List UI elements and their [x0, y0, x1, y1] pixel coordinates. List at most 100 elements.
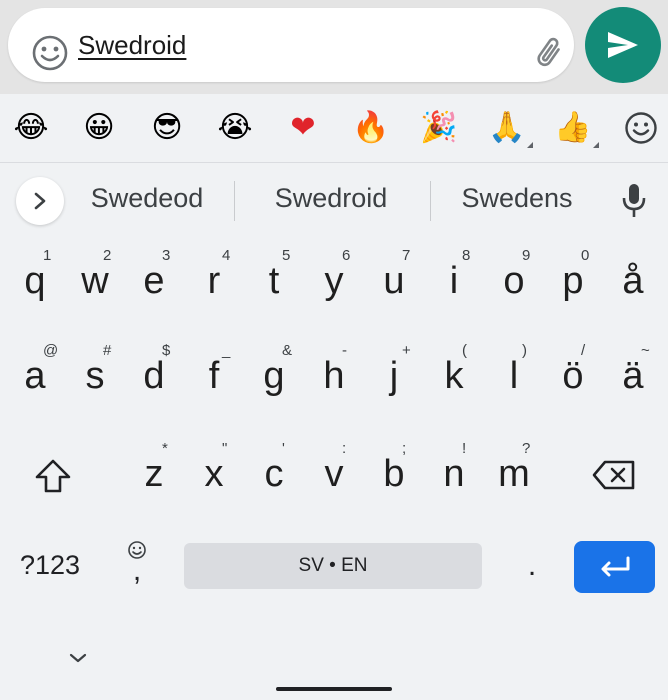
key-i[interactable]: 8i: [424, 237, 484, 317]
key-o-umlaut[interactable]: / ö: [543, 332, 603, 412]
key-label: q: [24, 260, 46, 302]
message-input[interactable]: Swedroid: [8, 8, 574, 82]
key-a-ring[interactable]: å: [603, 237, 663, 317]
key-l[interactable]: ) l: [484, 332, 544, 412]
smiley-icon[interactable]: [624, 111, 658, 145]
emoji-key[interactable]: 🔥: [349, 106, 393, 150]
key-label: s: [85, 355, 105, 397]
key-label: å: [622, 260, 644, 302]
key-c[interactable]: ' c: [244, 430, 304, 510]
key-x[interactable]: " x: [184, 430, 244, 510]
key-label: o: [503, 260, 525, 302]
key-label: r: [207, 260, 221, 302]
key-label: h: [323, 355, 345, 397]
emoji-heart: ❤: [290, 110, 316, 145]
suggestion-2[interactable]: Swedroid: [256, 183, 406, 214]
emoji-key[interactable]: 👍: [551, 106, 599, 150]
language-label: SV • EN: [298, 555, 368, 576]
key-label: g: [263, 355, 285, 397]
key-label: v: [324, 453, 344, 495]
space-bar[interactable]: SV • EN: [184, 543, 482, 589]
chevron-down-icon[interactable]: [66, 651, 90, 665]
emoji-key[interactable]: 😎: [145, 106, 189, 150]
key-r[interactable]: 4r: [184, 237, 244, 317]
emoji-folded-hands: 🙏: [488, 110, 526, 145]
divider: [430, 181, 431, 221]
keyboard: 1q 2w 3e 4r 5t 6y 7u 8i 9o 0p å @ a # s $ d…: [0, 237, 668, 700]
emoji-key[interactable]: 😂: [9, 106, 53, 150]
shift-icon: [35, 459, 71, 493]
emoji-key[interactable]: 😭: [213, 106, 257, 150]
chevron-right-icon: [34, 192, 46, 210]
key-label: k: [444, 355, 464, 397]
emoji-key[interactable]: 😀: [77, 106, 121, 150]
emoji-key[interactable]: 🎉: [417, 106, 461, 150]
key-label: f: [208, 355, 220, 397]
suggestion-strip: Swedeod Swedroid Swedens: [0, 163, 668, 237]
send-button[interactable]: [585, 7, 661, 83]
emoji-fire: 🔥: [352, 110, 390, 145]
comma-key[interactable]: ,: [122, 540, 152, 600]
shift-key[interactable]: [10, 430, 90, 510]
key-label: w: [81, 260, 109, 302]
emoji-key[interactable]: ❤: [281, 106, 325, 150]
period-key[interactable]: .: [520, 549, 544, 583]
smiley-icon[interactable]: [31, 34, 69, 72]
key-label: u: [383, 260, 405, 302]
backspace-icon: [592, 460, 635, 490]
key-label: d: [143, 355, 165, 397]
key-a[interactable]: @ a: [5, 332, 65, 412]
key-y[interactable]: 6y: [304, 237, 364, 317]
key-label: ö: [562, 355, 584, 397]
emoji-key[interactable]: 🙏: [485, 106, 533, 150]
key-f[interactable]: _ f: [184, 332, 244, 412]
key-label: n: [443, 453, 465, 495]
key-label: m: [498, 453, 530, 495]
key-h[interactable]: -h: [304, 332, 364, 412]
expand-toolbar-button[interactable]: [16, 177, 64, 225]
emoji-tears-of-joy: 😂: [13, 110, 49, 145]
key-z[interactable]: * z: [124, 430, 184, 510]
suggestion-1[interactable]: Swedeod: [80, 183, 214, 214]
key-v[interactable]: :v: [304, 430, 364, 510]
key-label: z: [144, 453, 164, 495]
key-o[interactable]: 9o: [484, 237, 544, 317]
key-s[interactable]: # s: [65, 332, 125, 412]
key-d[interactable]: $ d: [124, 332, 184, 412]
enter-key[interactable]: [574, 541, 655, 593]
paperclip-icon[interactable]: [532, 34, 568, 72]
key-label: x: [204, 453, 224, 495]
variant-indicator: [593, 142, 599, 148]
message-text[interactable]: Swedroid: [78, 30, 186, 61]
emoji-suggestion-row: 😂 😀 😎 😭 ❤ 🔥 🎉 🙏 👍: [0, 94, 668, 163]
backspace-key[interactable]: [578, 430, 658, 510]
key-w[interactable]: 2w: [65, 237, 125, 317]
key-label: c: [264, 453, 284, 495]
key-g[interactable]: & g: [244, 332, 304, 412]
navigation-handle[interactable]: [276, 687, 392, 691]
microphone-icon[interactable]: [620, 183, 648, 219]
key-p[interactable]: 0p: [543, 237, 603, 317]
key-label: j: [389, 355, 399, 397]
comma-label: ,: [132, 554, 142, 587]
suggestion-3[interactable]: Swedens: [450, 183, 584, 214]
key-label: p: [562, 260, 584, 302]
key-q[interactable]: 1q: [5, 237, 65, 317]
key-m[interactable]: ? m: [484, 430, 544, 510]
key-label: a: [24, 355, 46, 397]
key-u[interactable]: 7u: [364, 237, 424, 317]
key-label: b: [383, 453, 405, 495]
key-k[interactable]: (k: [424, 332, 484, 412]
symbols-key[interactable]: ?123: [20, 550, 80, 581]
key-b[interactable]: ; b: [364, 430, 424, 510]
emoji-sunglasses: 😎: [151, 110, 183, 145]
key-a-umlaut[interactable]: ~ ä: [603, 332, 663, 412]
key-label: y: [324, 260, 344, 302]
variant-indicator: [527, 142, 533, 148]
emoji-thumbs-up: 👍: [554, 110, 592, 145]
key-t[interactable]: 5t: [244, 237, 304, 317]
key-label: ä: [622, 355, 644, 397]
key-e[interactable]: 3e: [124, 237, 184, 317]
key-n[interactable]: ! n: [424, 430, 484, 510]
key-j[interactable]: + j: [364, 332, 424, 412]
